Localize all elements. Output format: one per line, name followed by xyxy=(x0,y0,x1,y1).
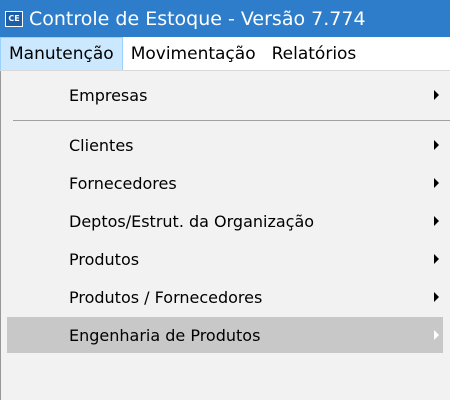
submenu-arrow-icon xyxy=(434,254,439,264)
menu-manutencao[interactable]: Manutenção xyxy=(0,37,123,70)
submenu-arrow-icon xyxy=(434,90,439,100)
menu-item-empresas[interactable]: Empresas xyxy=(7,77,443,113)
submenu-arrow-icon xyxy=(434,178,439,188)
window-title: Controle de Estoque - Versão 7.774 xyxy=(29,7,366,30)
window-titlebar: CE Controle de Estoque - Versão 7.774 xyxy=(0,0,450,37)
menu-item-clientes[interactable]: Clientes xyxy=(7,127,443,163)
menu-item-fornecedores[interactable]: Fornecedores xyxy=(7,165,443,201)
menu-item-label: Fornecedores xyxy=(69,173,177,193)
submenu-arrow-icon xyxy=(434,216,439,226)
menu-item-label: Deptos/Estrut. da Organização xyxy=(69,211,315,231)
menu-item-label: Engenharia de Produtos xyxy=(69,325,261,345)
app-icon: CE xyxy=(5,10,23,27)
submenu-arrow-icon xyxy=(434,140,439,150)
menu-movimentacao[interactable]: Movimentação xyxy=(123,37,264,70)
menu-item-produtos[interactable]: Produtos xyxy=(7,241,443,277)
menu-item-label: Clientes xyxy=(69,135,134,155)
menu-item-deptos[interactable]: Deptos/Estrut. da Organização xyxy=(7,203,443,239)
menu-separator xyxy=(13,120,450,121)
manutencao-dropdown: Empresas Clientes Fornecedores Deptos/Es… xyxy=(0,71,450,400)
menu-relatorios[interactable]: Relatórios xyxy=(264,37,365,70)
menu-item-label: Produtos / Fornecedores xyxy=(69,287,263,307)
menu-item-label: Produtos xyxy=(69,249,140,269)
menu-item-produtos-fornecedores[interactable]: Produtos / Fornecedores xyxy=(7,279,443,315)
submenu-arrow-icon xyxy=(434,330,439,340)
menubar: Manutenção Movimentação Relatórios xyxy=(0,37,450,71)
menu-item-engenharia-produtos[interactable]: Engenharia de Produtos xyxy=(7,317,443,353)
submenu-arrow-icon xyxy=(434,292,439,302)
menu-item-label: Empresas xyxy=(69,85,148,105)
